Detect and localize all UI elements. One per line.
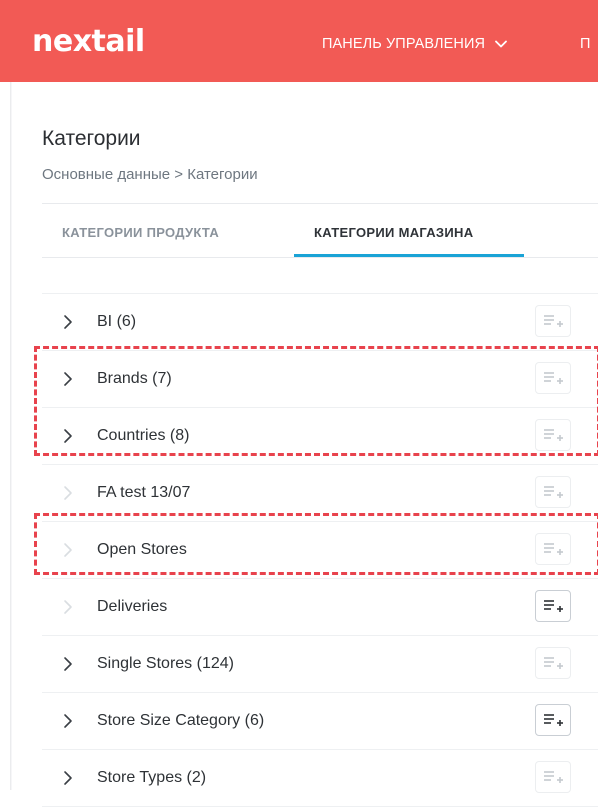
category-row[interactable]: FA test 13/07 bbox=[42, 465, 598, 522]
chevron-down-icon bbox=[495, 34, 508, 54]
chevron-right-icon[interactable] bbox=[60, 656, 76, 672]
chevron-right-icon[interactable] bbox=[60, 314, 76, 330]
category-row[interactable]: Single Stores (124) bbox=[42, 636, 598, 693]
category-row[interactable]: Brands (7) bbox=[42, 351, 598, 408]
category-label: Store Size Category (6) bbox=[97, 712, 265, 729]
category-row[interactable]: Store Types (2) bbox=[42, 750, 598, 807]
header-divider bbox=[42, 203, 598, 204]
category-label: Brands (7) bbox=[97, 370, 172, 387]
category-label: Single Stores (124) bbox=[97, 655, 234, 672]
category-row[interactable]: Deliveries bbox=[42, 579, 598, 636]
store-categories-list: BI (6) Brands (7) Countries (8) FA test 13/… bbox=[42, 293, 598, 807]
add-to-list-icon[interactable] bbox=[535, 362, 571, 394]
tab-store-categories[interactable]: КАТЕГОРИИ МАГАЗИНА bbox=[314, 224, 473, 242]
breadcrumb: Основные данные > Категории bbox=[42, 166, 258, 183]
add-to-list-icon[interactable] bbox=[535, 533, 571, 565]
category-label: Store Types (2) bbox=[97, 769, 207, 786]
add-to-list-icon[interactable] bbox=[535, 305, 571, 337]
category-row[interactable]: Store Size Category (6) bbox=[42, 693, 598, 750]
chevron-right-icon[interactable] bbox=[60, 428, 76, 444]
chevron-right-icon bbox=[60, 542, 76, 558]
category-row[interactable]: Open Stores bbox=[42, 522, 598, 579]
category-label: Countries (8) bbox=[97, 427, 190, 444]
category-label: Deliveries bbox=[97, 598, 168, 615]
content-panel-edge bbox=[10, 82, 12, 790]
page-title: Категории bbox=[42, 127, 141, 150]
chevron-right-icon bbox=[60, 599, 76, 615]
chevron-right-icon[interactable] bbox=[60, 770, 76, 786]
add-to-list-icon[interactable] bbox=[535, 647, 571, 679]
active-tab-indicator bbox=[294, 254, 524, 257]
add-to-list-icon[interactable] bbox=[535, 476, 571, 508]
category-row[interactable]: BI (6) bbox=[42, 293, 598, 351]
chevron-right-icon[interactable] bbox=[60, 713, 76, 729]
tabs-divider bbox=[42, 257, 598, 258]
category-label: Open Stores bbox=[97, 541, 187, 558]
add-to-list-icon[interactable] bbox=[535, 590, 571, 622]
category-label: BI (6) bbox=[97, 313, 137, 330]
tab-product-categories[interactable]: КАТЕГОРИИ ПРОДУКТА bbox=[62, 224, 219, 242]
nav-dashboard-label: ПАНЕЛЬ УПРАВЛЕНИЯ bbox=[322, 36, 486, 52]
chevron-right-icon[interactable] bbox=[60, 371, 76, 387]
category-label: FA test 13/07 bbox=[97, 484, 191, 501]
nextail-logo[interactable]: nextail bbox=[32, 24, 145, 60]
chevron-right-icon bbox=[60, 485, 76, 501]
add-to-list-icon[interactable] bbox=[535, 761, 571, 793]
nav-next-menu[interactable]: П bbox=[580, 34, 591, 54]
category-row[interactable]: Countries (8) bbox=[42, 408, 598, 465]
add-to-list-icon[interactable] bbox=[535, 704, 571, 736]
add-to-list-icon[interactable] bbox=[535, 419, 571, 451]
top-navigation-bar: nextail ПАНЕЛЬ УПРАВЛЕНИЯ П bbox=[0, 0, 598, 82]
nav-dashboard-menu[interactable]: ПАНЕЛЬ УПРАВЛЕНИЯ bbox=[322, 34, 508, 54]
